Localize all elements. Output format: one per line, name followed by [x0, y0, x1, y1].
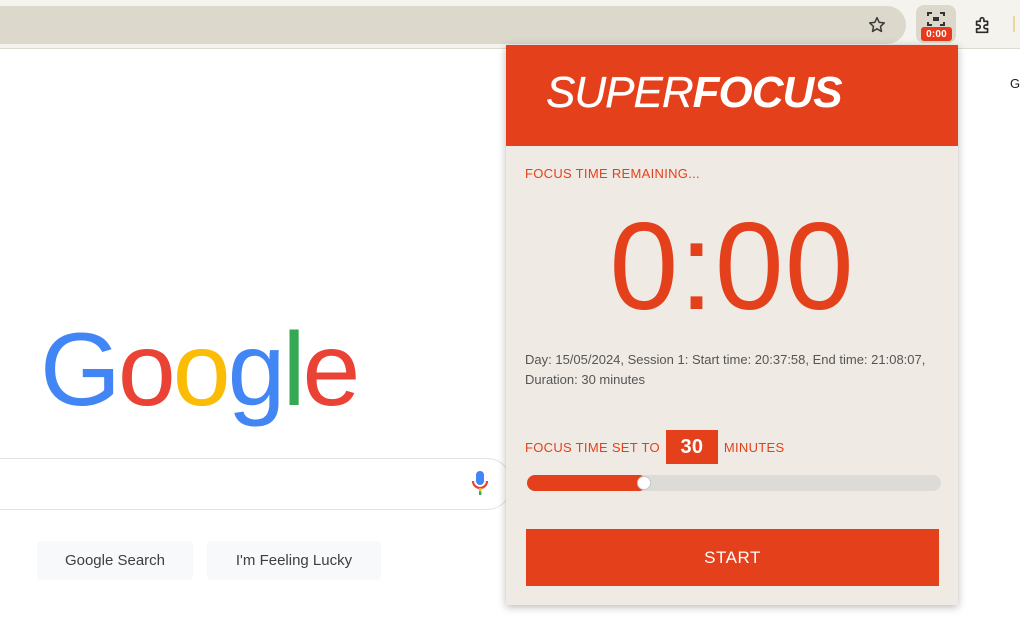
session-info: Day: 15/05/2024, Session 1: Start time: …	[525, 352, 926, 387]
header-link-text[interactable]: G	[1010, 76, 1020, 91]
address-bar[interactable]	[0, 6, 906, 44]
slider-fill	[527, 475, 647, 491]
logo-letter: l	[282, 312, 305, 428]
google-search-button[interactable]: Google Search	[37, 541, 193, 580]
brand-bold-text: FOCUS	[692, 68, 843, 117]
superfocus-popup: SUPERFOCUS FOCUS TIME REMAINING... 0:00 …	[506, 45, 958, 605]
set-label-suffix: MINUTES	[723, 439, 785, 455]
set-label-prefix: FOCUS TIME SET TO	[525, 439, 660, 455]
logo-letter: e	[302, 312, 361, 428]
toolbar-separator	[1013, 16, 1015, 32]
superfocus-logo: SUPERFOCUS	[546, 68, 843, 117]
minutes-value[interactable]: 30	[665, 430, 718, 464]
google-logo: Google	[40, 318, 360, 422]
bookmark-star-icon[interactable]	[862, 10, 892, 40]
countdown-timer: 0:00	[609, 198, 855, 336]
focus-time-slider[interactable]	[527, 475, 941, 491]
focus-frame-icon	[927, 12, 945, 26]
popup-header: SUPERFOCUS	[506, 45, 958, 146]
puzzle-icon[interactable]	[968, 10, 998, 40]
logo-letter: o	[117, 312, 176, 428]
brand-light-text: SUPER	[546, 68, 694, 117]
start-button[interactable]: START	[526, 529, 939, 586]
microphone-icon[interactable]	[470, 470, 490, 496]
search-input[interactable]	[0, 458, 512, 510]
browser-window: 0:00 G Google Google Search I'm Feeling …	[0, 0, 1020, 638]
slider-thumb[interactable]	[637, 476, 651, 490]
superfocus-extension-button[interactable]: 0:00	[916, 5, 956, 43]
browser-toolbar: 0:00	[0, 0, 1020, 49]
logo-letter: o	[172, 312, 231, 428]
extension-timer-badge: 0:00	[921, 27, 952, 41]
remaining-label: FOCUS TIME REMAINING...	[525, 166, 700, 181]
logo-letter: g	[227, 312, 286, 428]
logo-letter: G	[40, 312, 121, 428]
focus-time-setting: FOCUS TIME SET TO 30 MINUTES	[525, 430, 785, 464]
feeling-lucky-button[interactable]: I'm Feeling Lucky	[207, 541, 381, 580]
